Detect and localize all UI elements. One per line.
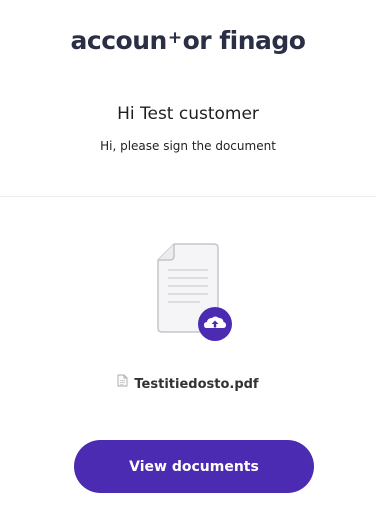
brand-logo-part1: accoun bbox=[70, 26, 168, 55]
file-icon bbox=[117, 374, 128, 391]
document-file-name[interactable]: Testitiedosto.pdf bbox=[134, 377, 258, 392]
brand-logo-part2: or finago bbox=[182, 26, 306, 55]
cloud-upload-icon bbox=[198, 307, 232, 341]
greeting-heading: Hi Test customer bbox=[117, 104, 259, 124]
document-file-row[interactable]: Testitiedosto.pdf bbox=[0, 374, 376, 393]
section-divider bbox=[0, 196, 376, 197]
view-documents-button[interactable]: View documents bbox=[74, 440, 314, 493]
sign-instruction-text: Hi, please sign the document bbox=[100, 139, 276, 153]
brand-logo-tee: + bbox=[167, 28, 182, 48]
brand-logo: accoun+or finago bbox=[0, 26, 376, 55]
document-with-upload-icon bbox=[150, 242, 240, 342]
